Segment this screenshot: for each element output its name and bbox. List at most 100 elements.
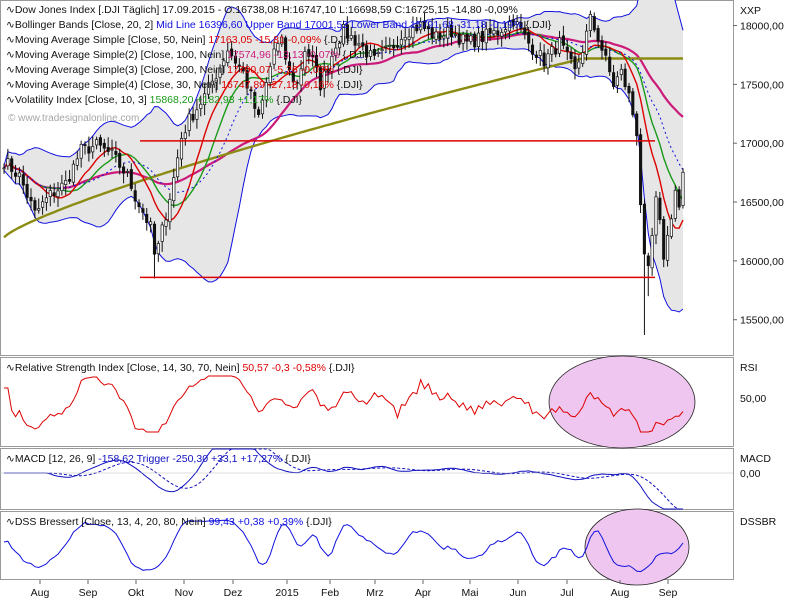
candle-body (34, 201, 36, 211)
price-tick-label: 17000,00 (740, 138, 784, 150)
date-tick-label: Mai (462, 587, 479, 599)
date-tick-label: Jul (560, 587, 573, 599)
candle-body (22, 175, 24, 186)
price-tick-label: 16500,00 (740, 197, 784, 209)
date-tick-label: Dez (224, 587, 243, 599)
dss-highlight-ellipse (585, 509, 689, 585)
price-tick-label: 16000,00 (740, 256, 784, 268)
date-tick-label: Apr (415, 587, 432, 599)
candle-body (14, 173, 16, 177)
candle-body (84, 145, 86, 146)
candle-body (188, 114, 190, 131)
candle-body (497, 31, 499, 35)
candle-body (474, 34, 476, 47)
date-tick-label: Sep (659, 587, 678, 599)
candle-body (589, 14, 591, 30)
candle-body (149, 222, 151, 225)
candle-body (130, 170, 132, 189)
candle-body (404, 37, 406, 40)
candle-body (574, 57, 576, 69)
legend-sma100: ∿Moving Average Simple(2) [Close, 100, N… (6, 49, 369, 61)
instrument-header: ∿Dow Jones Index [.DJI Täglich] 17.09.20… (6, 4, 518, 16)
candle-body (38, 209, 40, 211)
candle-body (481, 31, 483, 41)
rsi-axis-label: RSI (740, 362, 758, 374)
candle-body (146, 214, 148, 222)
candle-body (196, 110, 198, 120)
candle-body (485, 29, 487, 43)
price-tick-label: 18000,00 (740, 21, 784, 33)
candle-body (682, 172, 684, 205)
candle-body (169, 199, 171, 221)
date-tick-label: Jun (510, 587, 527, 599)
candle-body (528, 33, 530, 44)
candle-body (103, 143, 105, 148)
bollinger-band-fill (4, 0, 683, 312)
candle-body (369, 51, 371, 57)
legend-sma30: ∿Moving Average Simple(4) [Close, 30, Ne… (6, 79, 363, 91)
candle-body (636, 114, 638, 136)
candle-body (647, 256, 649, 266)
candle-body (562, 36, 564, 46)
candle-body (659, 198, 661, 220)
candle-body (350, 35, 352, 38)
candle-body (674, 190, 676, 218)
legend-rsi: ∿Relative Strength Index [Close, 14, 30,… (6, 362, 355, 374)
candle-body (632, 92, 634, 115)
date-tick-label: 2015 (275, 587, 299, 599)
candle-body (3, 168, 5, 169)
candle-body (126, 171, 128, 172)
candle-body (396, 46, 398, 48)
candle-body (601, 41, 603, 51)
legend-sma200: ∿Moving Average Simple(3) [Close, 200, N… (6, 64, 363, 76)
candle-body (454, 35, 456, 36)
candle-body (119, 153, 121, 167)
candle-body (111, 149, 113, 150)
candle-body (593, 17, 595, 30)
date-tick-label: Nov (175, 587, 194, 599)
candle-body (609, 57, 611, 72)
candle-body (95, 140, 97, 145)
candle-body (585, 31, 587, 54)
candle-body (30, 197, 32, 201)
candle-body (45, 198, 47, 203)
date-tick-label: Feb (321, 587, 339, 599)
candle-body (184, 133, 186, 139)
date-tick-label: Sep (79, 587, 98, 599)
candle-body (41, 202, 43, 208)
candle-body (439, 33, 441, 39)
date-tick-label: Mrz (366, 587, 384, 599)
candle-body (558, 38, 560, 54)
candle-body (92, 147, 94, 152)
candle-body (670, 219, 672, 237)
candle-body (616, 77, 618, 86)
candle-body (597, 28, 599, 41)
candle-body (122, 167, 124, 173)
candle-body (138, 203, 140, 207)
candle-body (578, 62, 580, 68)
candle-body (470, 36, 472, 42)
candle-body (620, 69, 622, 74)
candle-body (462, 34, 464, 43)
candle-body (76, 159, 78, 165)
candle-body (257, 110, 259, 115)
candle-body (161, 225, 163, 242)
chart-canvas[interactable]: 18000,0017500,0017000,0016500,0016000,00… (0, 0, 800, 600)
price-axis-label: XXP (740, 5, 761, 17)
candle-body (26, 184, 28, 197)
legend-macd: ∿MACD [12, 26, 9] -158,62 Trigger -250,3… (6, 453, 311, 465)
date-tick-label: Okt (128, 587, 144, 599)
candle-body (68, 179, 70, 181)
candle-body (458, 34, 460, 44)
bollinger-band-layer (4, 0, 683, 312)
price-legend: ∿Dow Jones Index [.DJI Täglich] 17.09.20… (6, 4, 552, 106)
candle-body (65, 180, 67, 184)
candle-body (477, 33, 479, 47)
candle-body (134, 191, 136, 201)
legend-sma50: ∿Moving Average Simple [Close, 50, Nein]… (6, 34, 350, 46)
price-tick-label: 15500,00 (740, 315, 784, 327)
candle-body (11, 159, 13, 172)
candle-body (624, 69, 626, 87)
candle-body (358, 44, 360, 45)
candle-body (115, 151, 117, 154)
